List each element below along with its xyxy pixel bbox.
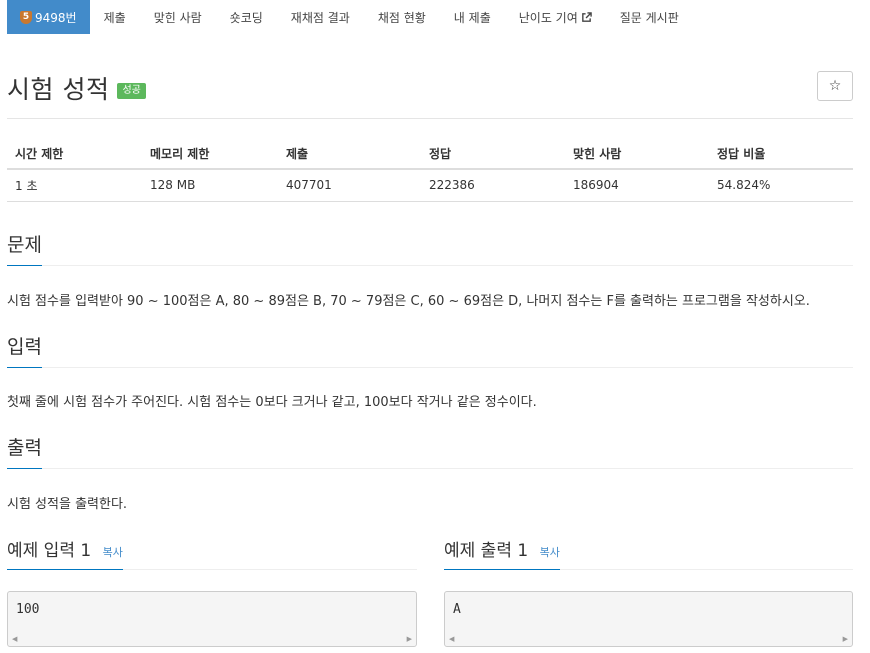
tab-rejudge-results[interactable]: 재채점 결과 xyxy=(277,0,364,34)
description-text: 시험 점수를 입력받아 90 ~ 100점은 A, 80 ~ 89점은 B, 7… xyxy=(7,294,810,309)
tab-my-submissions[interactable]: 내 제출 xyxy=(440,0,505,34)
tier-badge-icon: 5 xyxy=(20,10,32,24)
scroll-left-icon[interactable]: ◀ xyxy=(449,635,454,643)
sample-input-header: 예제 입력 1 복사 xyxy=(7,536,417,570)
problem-title-row: 시험 성적 성공 xyxy=(7,70,146,106)
sample-input-heading: 예제 입력 1 복사 xyxy=(7,536,123,570)
header-memory-limit: 메모리 제한 xyxy=(142,138,278,170)
value-memory-limit: 128 MB xyxy=(142,169,278,202)
tab-problem[interactable]: 5 9498번 xyxy=(7,0,90,34)
sample-output-content: A xyxy=(453,602,461,617)
output-text: 시험 성적을 출력한다. xyxy=(7,497,128,512)
problem-menu-tabs: 5 9498번 제출 맞힌 사람 숏코딩 재채점 결과 채점 현황 내 제출 난… xyxy=(7,0,693,34)
title-divider xyxy=(7,118,853,119)
sample-input-title: 예제 입력 1 xyxy=(7,541,92,561)
input-title: 입력 xyxy=(7,332,42,368)
value-submissions: 407701 xyxy=(278,169,421,202)
output-title: 출력 xyxy=(7,433,42,469)
input-section-header: 입력 xyxy=(7,332,853,368)
copy-sample-output-button[interactable]: 복사 xyxy=(540,546,560,559)
header-time-limit: 시간 제한 xyxy=(7,138,142,170)
value-solved-users: 186904 xyxy=(565,169,709,202)
sample-output-box[interactable]: A ◀ ▶ xyxy=(444,591,853,647)
page-title: 시험 성적 xyxy=(7,75,110,104)
description-section-header: 문제 xyxy=(7,230,853,266)
value-accept-ratio: 54.824% xyxy=(709,169,853,202)
tab-difficulty-contribution[interactable]: 난이도 기여 xyxy=(505,0,606,34)
problem-info-table: 시간 제한 메모리 제한 제출 정답 맞힌 사람 정답 비율 1 초 128 M… xyxy=(7,138,853,202)
tab-question-board[interactable]: 질문 게시판 xyxy=(606,0,693,34)
header-solved-users: 맞힌 사람 xyxy=(565,138,709,170)
sample-output-header: 예제 출력 1 복사 xyxy=(444,536,853,570)
tab-solved-users[interactable]: 맞힌 사람 xyxy=(140,0,216,34)
output-section-header: 출력 xyxy=(7,433,853,469)
tab-judge-status[interactable]: 채점 현황 xyxy=(364,0,440,34)
copy-sample-input-button[interactable]: 복사 xyxy=(103,546,123,559)
scroll-left-icon[interactable]: ◀ xyxy=(12,635,17,643)
table-row: 1 초 128 MB 407701 222386 186904 54.824% xyxy=(7,169,853,202)
star-icon: ☆ xyxy=(828,78,842,94)
external-link-icon xyxy=(581,11,592,22)
header-submissions: 제출 xyxy=(278,138,421,170)
tab-short-coding[interactable]: 숏코딩 xyxy=(216,0,277,34)
tab-difficulty-label: 난이도 기여 xyxy=(518,10,578,25)
value-time-limit: 1 초 xyxy=(7,169,142,202)
sample-output-title: 예제 출력 1 xyxy=(444,541,529,561)
header-accepted: 정답 xyxy=(421,138,565,170)
favorite-star-button[interactable]: ☆ xyxy=(817,71,853,101)
value-accepted: 222386 xyxy=(421,169,565,202)
scroll-right-icon[interactable]: ▶ xyxy=(843,635,848,643)
sample-input-scrollbar[interactable]: ◀ ▶ xyxy=(8,633,416,646)
description-title: 문제 xyxy=(7,230,42,266)
sample-output-scrollbar[interactable]: ◀ ▶ xyxy=(445,633,852,646)
header-accept-ratio: 정답 비율 xyxy=(709,138,853,170)
sample-input-content: 100 xyxy=(16,602,40,617)
table-header-row: 시간 제한 메모리 제한 제출 정답 맞힌 사람 정답 비율 xyxy=(7,138,853,170)
status-badge: 성공 xyxy=(117,83,146,99)
sample-input-box[interactable]: 100 ◀ ▶ xyxy=(7,591,417,647)
tab-submit[interactable]: 제출 xyxy=(90,0,140,34)
tab-problem-label: 9498번 xyxy=(35,10,77,25)
sample-output-heading: 예제 출력 1 복사 xyxy=(444,536,560,570)
input-text: 첫째 줄에 시험 점수가 주어진다. 시험 점수는 0보다 크거나 같고, 10… xyxy=(7,395,537,410)
scroll-right-icon[interactable]: ▶ xyxy=(407,635,412,643)
